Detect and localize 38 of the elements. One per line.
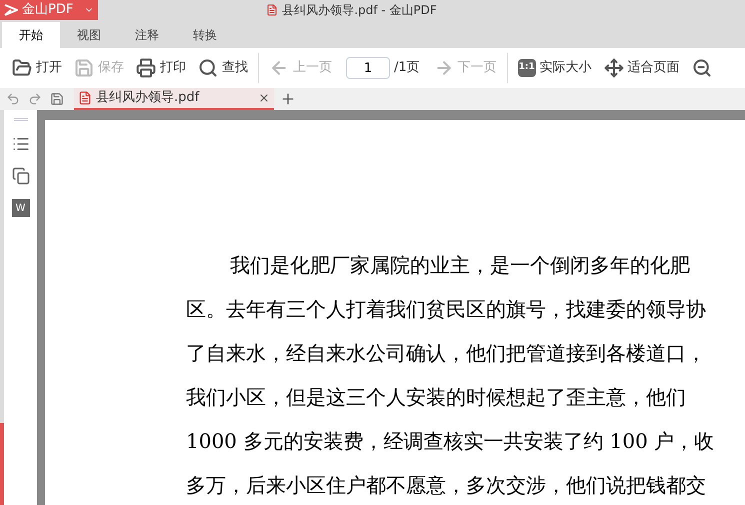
close-icon[interactable] — [258, 92, 270, 104]
document-line: 我们小区，但是这三个人安装的时候想起了歪主意，他们 — [186, 384, 687, 411]
logo-icon — [4, 3, 18, 17]
document-line: 了自来水，经自来水公司确认，他们把管道接到各楼道口， — [186, 340, 707, 367]
new-tab-icon[interactable] — [280, 91, 296, 107]
search-icon — [198, 58, 218, 78]
actual-button[interactable]: 1:1 实际大小 — [512, 53, 598, 83]
fit-button[interactable]: 适合页面 — [598, 53, 686, 83]
pdf-file-icon — [78, 91, 92, 105]
ribbon-tab[interactable]: 转换 — [176, 22, 234, 48]
pdf-file-icon — [266, 4, 278, 16]
floppy-icon[interactable] — [50, 92, 64, 106]
window-title: 县纠风办领导.pdf - 金山PDF — [282, 2, 437, 19]
print-button[interactable]: 打印 — [130, 53, 192, 83]
printer-icon — [136, 58, 156, 78]
document-line: 多万，后来小区住户都不愿意，多次交涉，他们说把钱都交 — [186, 472, 707, 499]
ribbon-tab[interactable]: 开始 — [2, 22, 60, 48]
document-line: 区。去年有三个人打着我们贫民区的旗号，找建委的领导协 — [186, 296, 707, 323]
document-tab[interactable]: 县纠风办领导.pdf — [74, 88, 274, 110]
document-line: 我们是化肥厂家属院的业主，是一个倒闭多年的化肥 — [229, 252, 691, 279]
find-button[interactable]: 查找 — [192, 53, 254, 83]
ribbon-tab[interactable]: 注释 — [118, 22, 176, 48]
list-icon[interactable] — [12, 135, 30, 153]
floppy-icon — [74, 58, 94, 78]
pages-icon[interactable] — [12, 167, 30, 185]
convert-to-word-icon[interactable]: W — [12, 199, 30, 217]
grip-icon — [14, 118, 28, 121]
arrows-icon — [604, 58, 624, 78]
page-total: /1页 — [394, 59, 420, 78]
document-tab-label: 县纠风办领导.pdf — [96, 89, 200, 108]
document-line: 1000 多元的安装费，经调查核实一共安装了约 100 户，收 — [186, 428, 716, 455]
folder-icon — [12, 58, 32, 78]
zoom-out-icon — [692, 58, 712, 78]
page-number-field[interactable]: 1 — [346, 57, 390, 79]
one-to-one-icon: 1:1 — [518, 59, 536, 77]
ribbon-tab[interactable]: 视图 — [60, 22, 118, 48]
app-menu-button[interactable]: 金山PDF — [0, 0, 98, 20]
open-button[interactable]: 打开 — [6, 53, 68, 83]
